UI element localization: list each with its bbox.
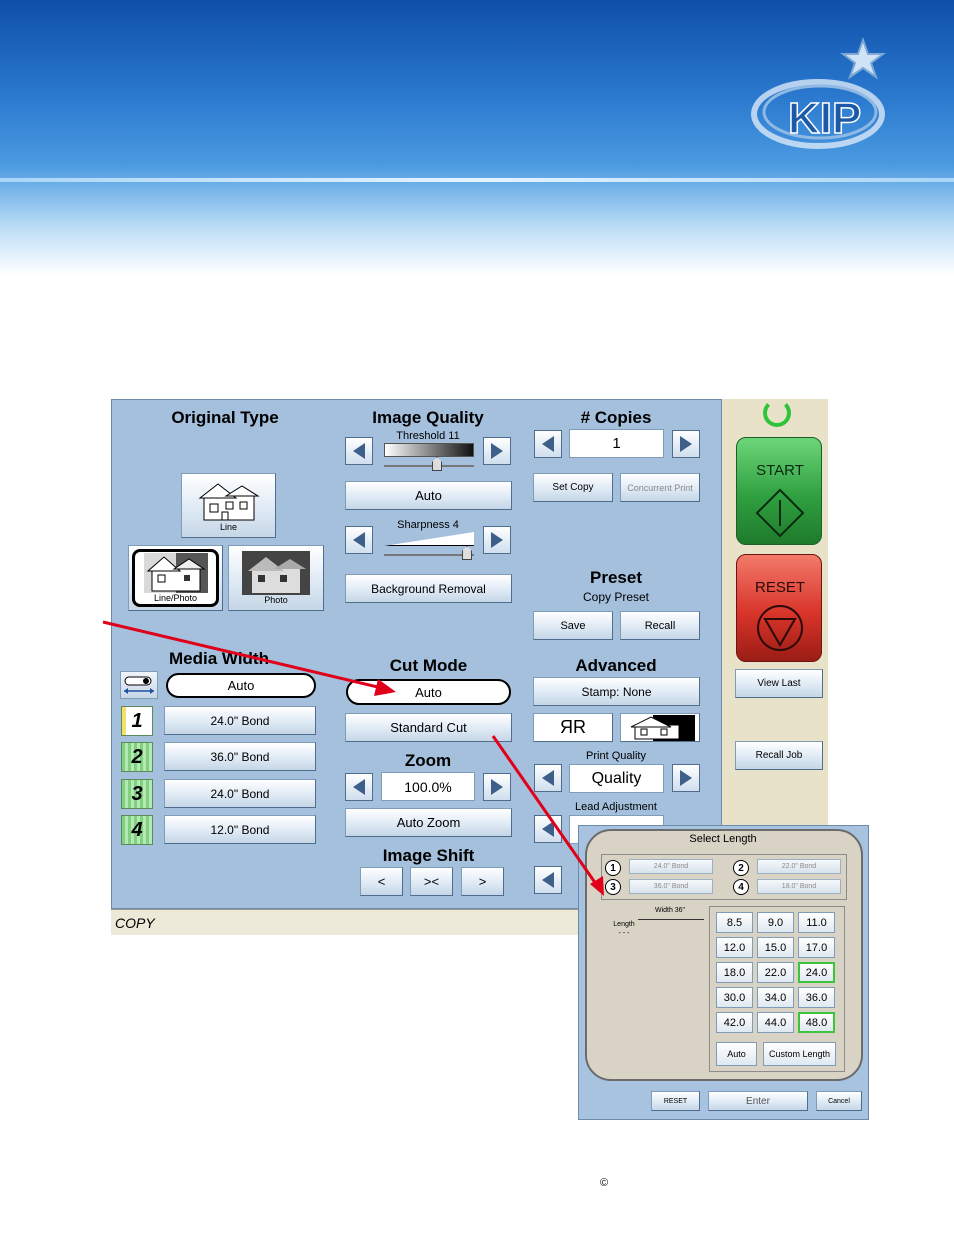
length-option-button[interactable]: 12.0 (716, 937, 753, 958)
annotation-arrows (102, 620, 604, 896)
length-option-button[interactable]: 15.0 (757, 937, 794, 958)
annotation-arrow-cut-mode (102, 620, 383, 690)
length-option-button[interactable]: 22.0 (757, 962, 794, 983)
length-option-button[interactable]: 42.0 (716, 1012, 753, 1033)
length-option-button[interactable]: 8.5 (716, 912, 753, 933)
length-option-button[interactable]: 36.0 (798, 987, 835, 1008)
annotation-arrowhead-icon (374, 679, 396, 696)
length-option-button[interactable]: 17.0 (798, 937, 835, 958)
length-option-button[interactable]: 9.0 (757, 912, 794, 933)
length-option-button[interactable]: 48.0 (798, 1012, 835, 1033)
length-option-button[interactable]: 44.0 (757, 1012, 794, 1033)
length-option-button[interactable]: 34.0 (757, 987, 794, 1008)
length-option-button[interactable]: 24.0 (798, 962, 835, 983)
length-option-button[interactable]: 30.0 (716, 987, 753, 1008)
length-option-button[interactable]: 18.0 (716, 962, 753, 983)
length-option-button[interactable]: 11.0 (798, 912, 835, 933)
copyright-mark: © (600, 1177, 609, 1189)
annotation-arrow-standard-cut (491, 735, 598, 885)
